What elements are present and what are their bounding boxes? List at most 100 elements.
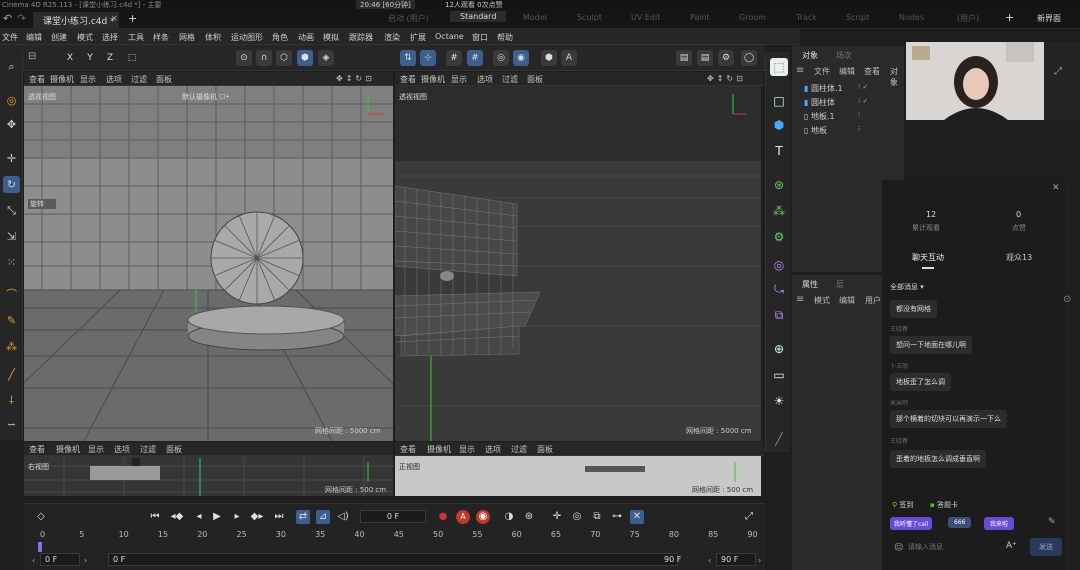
keyframe-icon[interactable]: ◇ (34, 510, 48, 524)
tab-layers[interactable]: 层 (836, 279, 844, 290)
om-menu-edit[interactable]: 编辑 (839, 66, 855, 77)
message-filter[interactable]: 全部消息 ▾ (890, 282, 924, 292)
goto-end-icon[interactable]: ⏭ (272, 510, 286, 524)
layout-standard[interactable]: Standard (450, 11, 507, 22)
undo-icon[interactable]: ↶ (3, 12, 12, 25)
menu-extensions[interactable]: 扩展 (410, 32, 426, 43)
vp-tr-menu-filter[interactable]: 过滤 (502, 74, 518, 85)
model-mode-icon[interactable]: ⊙ (236, 50, 252, 66)
camera-object-icon[interactable]: ⬚ (770, 58, 788, 76)
menu-render[interactable]: 渲染 (384, 32, 400, 43)
vp-bl-menu-options[interactable]: 选项 (114, 444, 130, 455)
vp-tl-camera[interactable]: 默认摄像机 ☐• (182, 92, 230, 102)
range-slider[interactable]: 0 F (108, 553, 678, 566)
environment-icon[interactable]: ⊕ (770, 340, 788, 358)
vp-tr-menu-panel[interactable]: 面板 (527, 74, 543, 85)
menu-tracker[interactable]: 跟踪器 (349, 32, 373, 43)
menu-mograph[interactable]: 运动图形 (231, 32, 263, 43)
visibility-icon[interactable]: ⁝ (858, 111, 860, 119)
next-frame-icon[interactable]: ▸ (230, 510, 244, 524)
menu-select[interactable]: 选择 (102, 32, 118, 43)
menu-spline[interactable]: 样条 (153, 32, 169, 43)
range-start-field[interactable]: 0 F (40, 553, 80, 566)
key-scale-icon[interactable]: ✛ (550, 510, 564, 524)
settings-icon[interactable]: ⊙ (1063, 294, 1071, 305)
viewport-tl[interactable] (24, 86, 393, 441)
axis-y-button[interactable]: Y (82, 50, 98, 66)
vp-br-menu-panel[interactable]: 面板 (537, 444, 553, 455)
grid-snap-icon[interactable]: # (467, 50, 483, 66)
render-settings-icon[interactable]: ⚙ (718, 50, 734, 66)
edges-mode-icon[interactable]: ⬢ (297, 50, 313, 66)
edit-icon[interactable]: ✎ (1048, 517, 1056, 527)
attr-menu-edit[interactable]: 编辑 (839, 295, 855, 306)
vp-br-menu-display[interactable]: 显示 (459, 444, 475, 455)
range-end-arrow-right-icon[interactable]: › (758, 556, 761, 565)
checkin-button[interactable]: ⚲ 签到 (892, 500, 913, 510)
record-icon[interactable]: ● (436, 510, 450, 524)
keyframe-selection-icon[interactable]: ◉ (476, 510, 490, 524)
menu-create[interactable]: 创建 (51, 32, 67, 43)
deformer-icon[interactable]: ◎ (770, 256, 788, 274)
axis-x-button[interactable]: X (62, 50, 78, 66)
menu-animate[interactable]: 动画 (298, 32, 314, 43)
brush-icon[interactable]: ╱ (3, 366, 20, 383)
layout-track[interactable]: Track (796, 13, 817, 22)
workplane-icon[interactable]: # (446, 50, 462, 66)
key-rotation-icon[interactable]: ⊛ (522, 510, 536, 524)
layout-model[interactable]: Model (523, 13, 547, 22)
menu-octane[interactable]: Octane (435, 32, 464, 41)
transform-icon[interactable]: ⇲ (3, 228, 20, 245)
axis-z-button[interactable]: Z (102, 50, 118, 66)
vp-tl-menu-view[interactable]: 查看 (29, 74, 45, 85)
emoji-icon[interactable]: ☺ (894, 543, 903, 553)
tab-attributes[interactable]: 属性 (802, 279, 818, 290)
live-select-icon[interactable]: ✥ (3, 116, 20, 133)
send-button[interactable]: 发送 (1030, 538, 1062, 556)
visibility-icon[interactable]: ⁝ (858, 125, 860, 133)
octane-icon[interactable]: ⬢ (541, 50, 557, 66)
object-row[interactable]: ▮ 圆柱体.1 (804, 83, 843, 94)
motion-icon[interactable]: ⊶ (610, 510, 624, 524)
om-menu-object[interactable]: 对象 (890, 66, 904, 88)
attr-menu-user[interactable]: 用户 (865, 295, 881, 306)
menu-simulate[interactable]: 模拟 (323, 32, 339, 43)
quick-reply-button[interactable]: 我来啦 (984, 517, 1015, 530)
lock-icon[interactable]: ⊟ (28, 51, 36, 62)
magnet-icon[interactable]: ∽ (3, 416, 20, 433)
render-view-icon[interactable]: ▤ (676, 50, 692, 66)
range-start-arrow-right-icon[interactable]: › (84, 556, 87, 565)
menu-edit[interactable]: 编辑 (26, 32, 42, 43)
layout-paint[interactable]: Paint (690, 13, 710, 22)
vp-tr-menu-options[interactable]: 选项 (477, 74, 493, 85)
tab-takes[interactable]: 场次 (836, 50, 852, 61)
range-start-arrow-icon[interactable]: ‹ (32, 556, 35, 565)
spline-sketch-icon[interactable]: ✎ (3, 312, 20, 329)
om-menu-file[interactable]: 文件 (814, 66, 830, 77)
move-icon[interactable]: ✛ (3, 150, 20, 167)
vp-tr-nav-icons[interactable]: ✥↕↻⊡ (707, 74, 746, 83)
knife-icon[interactable]: ⸸ (3, 392, 20, 409)
layout-user[interactable]: (用户) (957, 13, 979, 24)
quick-reply-button[interactable]: 我听懂了call (890, 517, 933, 530)
solo-active-icon[interactable]: ◉ (513, 50, 529, 66)
key-param-icon[interactable]: ◎ (570, 510, 584, 524)
menu-file[interactable]: 文件 (2, 32, 18, 43)
camera-icon[interactable]: ▭ (770, 366, 788, 384)
solo-icon[interactable]: ◎ (493, 50, 509, 66)
tab-audience[interactable]: 观众13 (1006, 252, 1032, 263)
polygons-mode-icon[interactable]: ◈ (318, 50, 334, 66)
draw-icon[interactable]: ╱ (770, 430, 788, 448)
search-icon[interactable]: ⌕ (3, 58, 20, 75)
vp-bl-menu-filter[interactable]: 过滤 (140, 444, 156, 455)
layout-startup[interactable]: 启动 (用户) (388, 13, 429, 24)
cube-icon[interactable]: □ (770, 92, 788, 110)
vp-br-menu-view[interactable]: 查看 (400, 444, 416, 455)
range-end-field[interactable]: 90 F (716, 553, 756, 566)
expand-icon[interactable]: ⤢ (1054, 66, 1062, 77)
om-menu-view[interactable]: 查看 (864, 66, 880, 77)
play-icon[interactable]: ▶ (210, 510, 224, 524)
vp-bl-menu-panel[interactable]: 面板 (166, 444, 182, 455)
next-key-icon[interactable]: ◆▸ (250, 510, 264, 524)
menu-volume[interactable]: 体积 (205, 32, 221, 43)
